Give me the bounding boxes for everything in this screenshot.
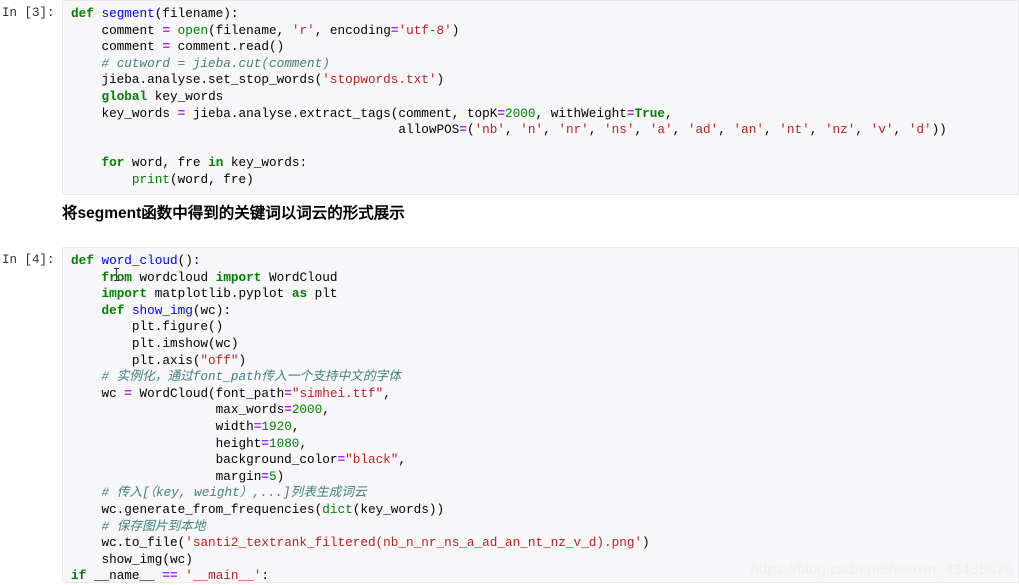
code-line: allowPOS=('nb', 'n', 'nr', 'ns', 'a', 'a…: [71, 122, 947, 138]
code-line: import matplotlib.pyplot as plt: [101, 286, 338, 302]
code-source-1[interactable]: def segment(filename): comment = open(fi…: [71, 6, 1014, 189]
code-line: plt.axis("off"): [71, 352, 247, 368]
code-input-area-1[interactable]: def segment(filename): comment = open(fi…: [62, 0, 1019, 195]
code-line: plt.imshow(wc): [71, 335, 239, 351]
code-line: # 实例化，通过font_path传入一个支持中文的字体: [101, 369, 401, 385]
markdown-cell[interactable]: 将segment函数中得到的关键词以词云的形式展示: [62, 203, 405, 225]
cell-prompt-in-3: In [3]:: [2, 6, 55, 20]
code-line: if __name__ == '__main__':: [71, 568, 269, 584]
cell-prompt-in-4: In [4]:: [2, 253, 55, 267]
code-line: wc.generate_from_frequencies(dict(key_wo…: [71, 501, 445, 517]
code-input-area-2[interactable]: def word_cloud(): from wordcloud import …: [62, 247, 1019, 583]
code-line: from wordcloud import WordCloud: [101, 269, 338, 285]
code-line: def show_img(wc):: [101, 302, 231, 318]
code-line: key_words = jieba.analyse.extract_tags(c…: [71, 105, 673, 121]
code-line: # 传入[（key, weight）,...]列表生成词云: [101, 485, 367, 501]
code-line: width=1920,: [71, 418, 300, 434]
markdown-heading: 将segment函数中得到的关键词以词云的形式展示: [62, 205, 405, 222]
code-line: jieba.analyse.set_stop_words('stopwords.…: [71, 72, 445, 88]
code-cell-2[interactable]: In [4]: def word_cloud(): from wordcloud…: [0, 247, 1019, 583]
code-line: margin=5): [71, 468, 285, 484]
code-line: comment = open(filename, 'r', encoding='…: [71, 22, 460, 38]
code-line: # 保存图片到本地: [101, 518, 206, 534]
code-cell-1[interactable]: In [3]: def segment(filename): comment =…: [0, 0, 1019, 195]
code-line: background_color="black",: [71, 452, 407, 468]
code-source-2[interactable]: def word_cloud(): from wordcloud import …: [71, 253, 1014, 585]
code-line: plt.figure(): [71, 319, 224, 335]
code-line: max_words=2000,: [71, 402, 330, 418]
code-line: global key_words: [101, 88, 224, 104]
code-line: show_img(wc): [71, 551, 193, 567]
code-line: wc.to_file('santi2_textrank_filtered(nb_…: [71, 535, 650, 551]
code-line: comment = comment.read(): [71, 39, 285, 55]
code-line: print(word, fre): [131, 171, 254, 187]
code-line: for word, fre in key_words:: [101, 155, 308, 171]
code-line: def segment(filename):: [71, 6, 239, 21]
code-line: wc = WordCloud(font_path="simhei.ttf",: [71, 385, 391, 401]
text-cursor: [114, 268, 119, 281]
code-line: height=1080,: [71, 435, 308, 451]
code-line: # cutword = jieba.cut(comment): [101, 55, 330, 71]
jupyter-notebook: In [3]: def segment(filename): comment =…: [0, 0, 1019, 583]
code-line: def word_cloud():: [71, 253, 201, 268]
